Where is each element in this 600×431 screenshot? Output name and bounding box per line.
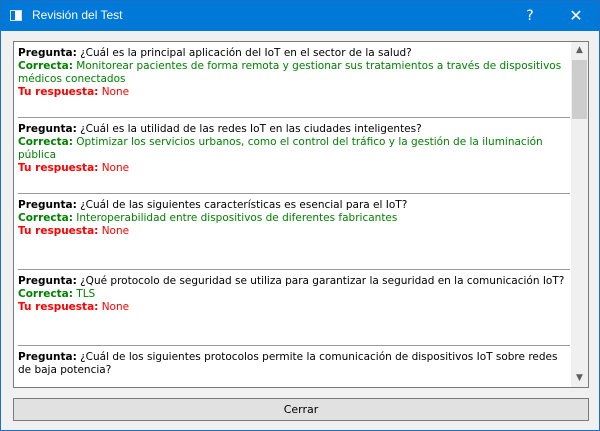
scroll-down-icon[interactable]: ▼ xyxy=(571,370,588,387)
question-text: ¿Qué protocolo de seguridad se utiliza p… xyxy=(80,275,565,287)
question-text: ¿Cuál es la principal aplicación del IoT… xyxy=(80,47,412,59)
your-answer-label: Tu respuesta: xyxy=(18,86,99,98)
your-answer-text: None xyxy=(101,86,130,98)
question-divider xyxy=(18,193,570,194)
correct-answer-text: Monitorear pacientes de forma remota y g… xyxy=(18,60,562,85)
correct-label: Correcta: xyxy=(18,60,73,72)
question-text: ¿Cuál es la utilidad de las redes IoT en… xyxy=(80,123,422,135)
correct-answer-text: Optimizar los servicios urbanos, como el… xyxy=(18,136,543,161)
correct-answer-text: Interoperabilidad entre dispositivos de … xyxy=(76,212,398,224)
your-answer-text: None xyxy=(101,301,130,313)
question-item: Pregunta: ¿Cuál de las siguientes caract… xyxy=(18,199,570,275)
your-answer-label: Tu respuesta: xyxy=(18,301,99,313)
title-bar[interactable]: Revisión del Test ? ✕ xyxy=(1,1,599,31)
window-icon xyxy=(10,10,22,21)
help-button[interactable]: ? xyxy=(507,1,553,31)
question-label: Pregunta: xyxy=(18,47,77,59)
question-item: Pregunta: ¿Cuál de los siguientes protoc… xyxy=(18,351,570,387)
your-answer-text: None xyxy=(101,162,130,174)
question-text: ¿Cuál de los siguientes protocolos permi… xyxy=(18,351,558,376)
review-scroll-area[interactable]: Pregunta: ¿Cuál es la principal aplicaci… xyxy=(13,41,589,388)
your-answer-text: None xyxy=(101,225,130,237)
question-item: Pregunta: ¿Cuál es la principal aplicaci… xyxy=(18,47,570,123)
scrollbar-thumb[interactable] xyxy=(572,60,587,119)
review-content: Pregunta: ¿Cuál es la principal aplicaci… xyxy=(18,47,570,387)
question-label: Pregunta: xyxy=(18,123,77,135)
correct-label: Correcta: xyxy=(18,288,73,300)
scroll-up-icon[interactable]: ▲ xyxy=(571,42,588,59)
close-window-button[interactable]: ✕ xyxy=(553,1,599,31)
your-answer-label: Tu respuesta: xyxy=(18,162,99,174)
question-divider xyxy=(18,269,570,270)
question-label: Pregunta: xyxy=(18,275,77,287)
correct-label: Correcta: xyxy=(18,212,73,224)
question-item: Pregunta: ¿Cuál es la utilidad de las re… xyxy=(18,123,570,199)
question-text: ¿Cuál de las siguientes características … xyxy=(80,199,408,211)
question-divider xyxy=(18,117,570,118)
your-answer-label: Tu respuesta: xyxy=(18,225,99,237)
question-divider xyxy=(18,345,570,346)
correct-answer-text: TLS xyxy=(76,288,96,300)
vertical-scrollbar[interactable]: ▲ ▼ xyxy=(571,42,588,387)
close-button[interactable]: Cerrar xyxy=(13,398,589,421)
window-title: Revisión del Test xyxy=(32,8,123,22)
correct-label: Correcta: xyxy=(18,136,73,148)
question-label: Pregunta: xyxy=(18,351,77,363)
question-item: Pregunta: ¿Qué protocolo de seguridad se… xyxy=(18,275,570,351)
dialog-window: Revisión del Test ? ✕ Pregunta: ¿Cuál es… xyxy=(0,0,600,431)
question-label: Pregunta: xyxy=(18,199,77,211)
